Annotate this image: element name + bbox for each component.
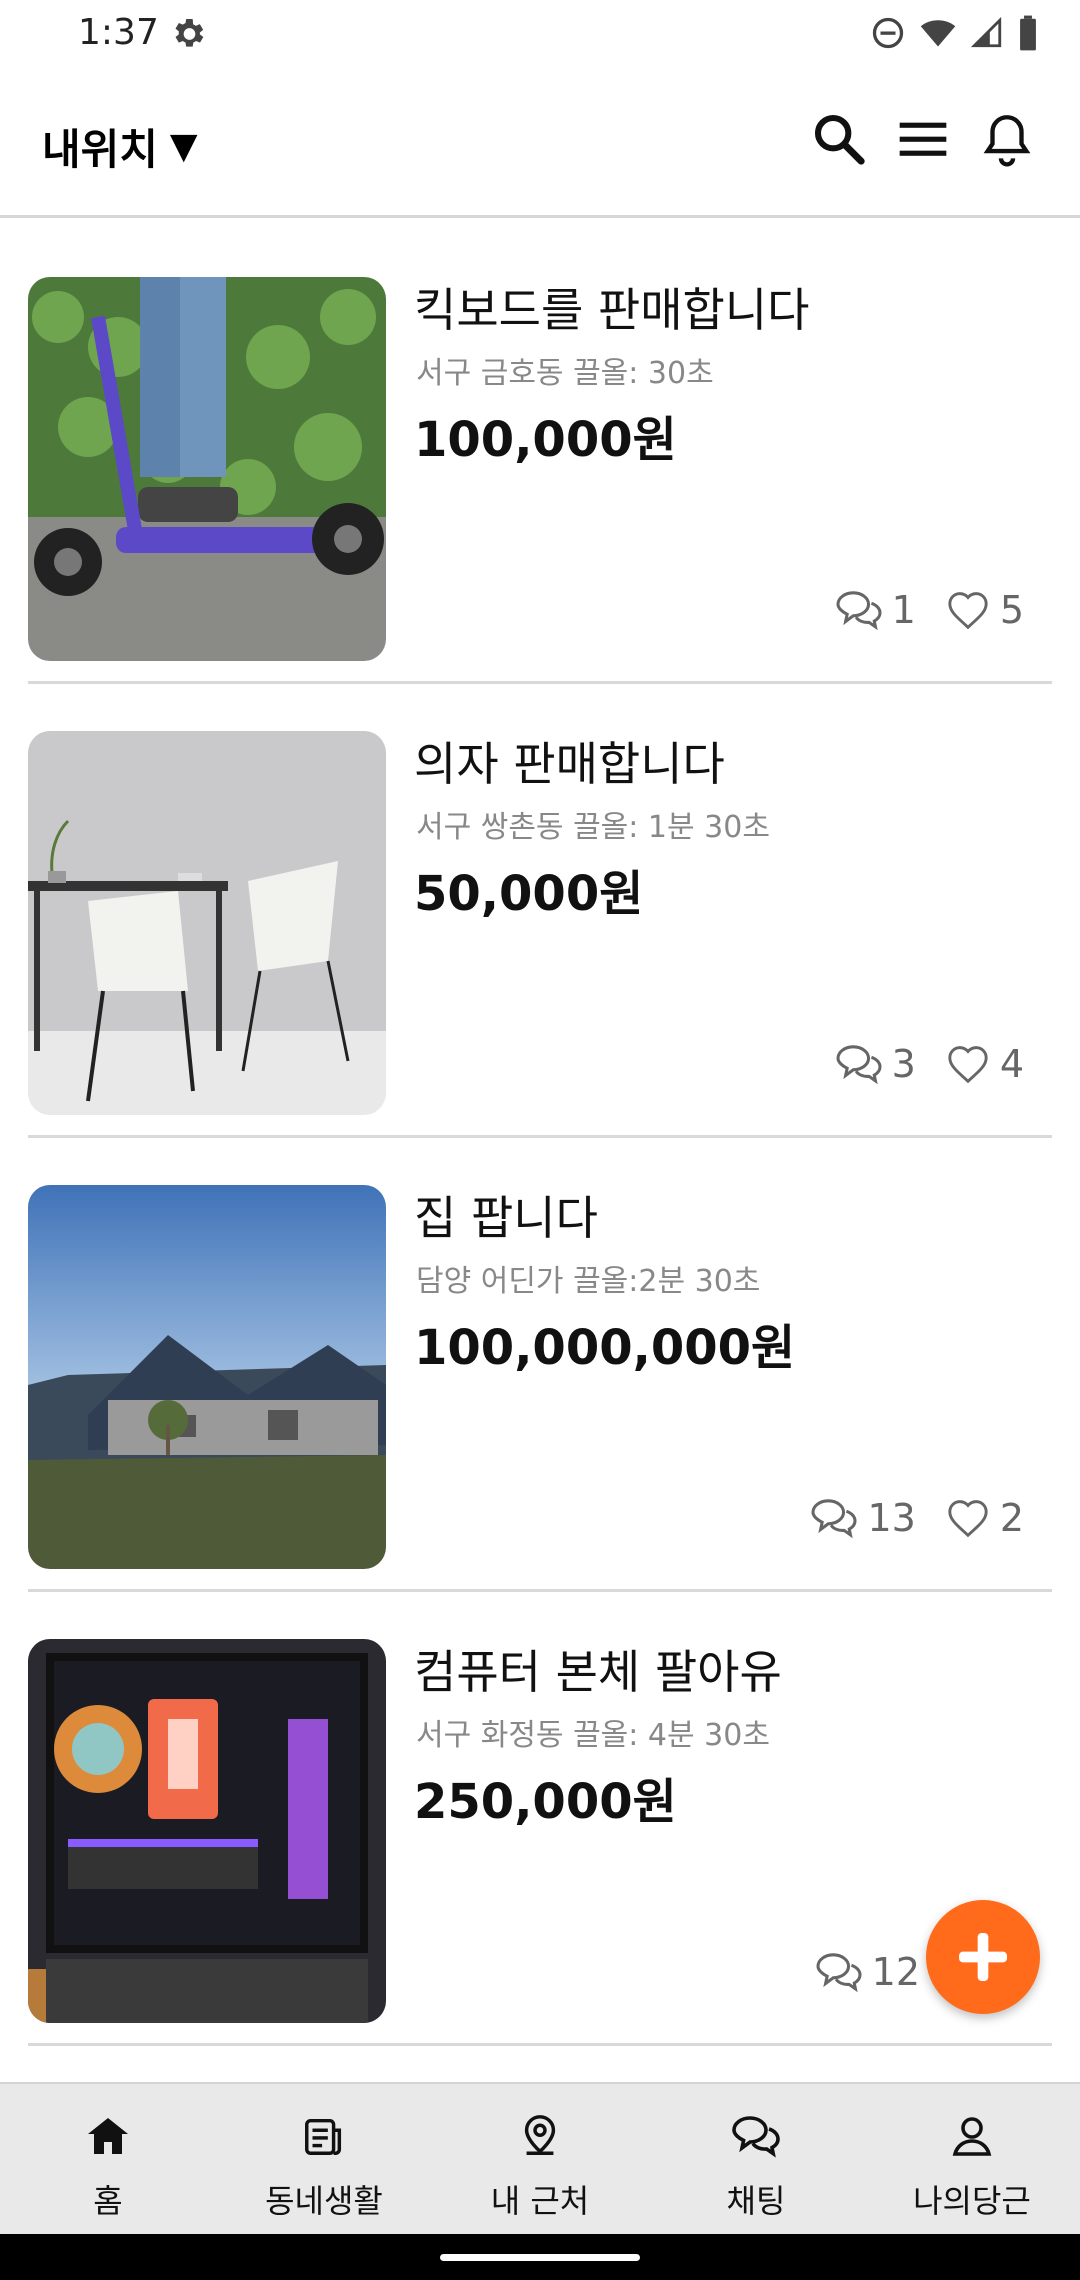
status-time: 1:37 xyxy=(78,12,159,53)
item-meta: 서구 쌍촌동 끌올: 1분 30초 xyxy=(416,810,770,845)
like-stat: 5 xyxy=(946,588,1024,632)
item-title: 컴퓨터 본체 팔아유 xyxy=(414,1645,782,1699)
divider xyxy=(28,2043,1052,2046)
signal-icon xyxy=(970,16,1002,48)
app-actions xyxy=(810,110,1036,168)
house-photo xyxy=(28,1185,386,1569)
app-bar: 내위치 ▼ xyxy=(0,70,1080,218)
bell-icon[interactable] xyxy=(978,110,1036,168)
like-count: 5 xyxy=(999,588,1024,632)
like-count: 4 xyxy=(999,1042,1024,1086)
like-stat: 4 xyxy=(946,1042,1024,1086)
search-icon[interactable] xyxy=(810,110,868,168)
location-pin-icon xyxy=(514,2110,566,2162)
item-title: 의자 판매합니다 xyxy=(414,737,725,791)
nav-label: 동네생활 xyxy=(265,2182,383,2220)
plus-icon xyxy=(959,1933,1007,1981)
nav-label: 나의당근 xyxy=(913,2182,1031,2220)
item-meta: 담양 어딘가 끌올:2분 30초 xyxy=(416,1264,761,1299)
item-price: 50,000원 xyxy=(414,866,644,922)
item-stats: 3 4 xyxy=(836,1042,1024,1086)
item-stats: 12 xyxy=(816,1950,920,1994)
chat-icon xyxy=(730,2110,782,2162)
bottom-nav: 홈 동네생활 내 근처 채팅 나의당근 xyxy=(0,2082,1080,2234)
comment-count: 12 xyxy=(871,1950,920,1994)
caret-down-icon: ▼ xyxy=(169,126,198,167)
comment-icon xyxy=(816,1953,862,1993)
home-gesture-handle[interactable] xyxy=(440,2254,640,2261)
list-item[interactable]: 킥보드를 판매합니다 서구 금호동 끌올: 30초 100,000원 1 5 xyxy=(0,230,1080,684)
nav-item-community[interactable]: 동네생활 xyxy=(216,2084,432,2234)
comment-count: 1 xyxy=(891,588,916,632)
comment-stat: 12 xyxy=(816,1950,920,1994)
nav-item-profile[interactable]: 나의당근 xyxy=(864,2084,1080,2234)
item-meta: 서구 화정동 끌올: 4분 30초 xyxy=(416,1718,770,1753)
gaming-pc-photo xyxy=(28,1639,386,2023)
item-price: 250,000원 xyxy=(414,1774,677,1830)
do-not-disturb-icon xyxy=(872,17,904,49)
item-stats: 13 2 xyxy=(811,1496,1024,1540)
like-stat: 2 xyxy=(946,1496,1024,1540)
nav-item-home[interactable]: 홈 xyxy=(0,2084,216,2234)
comment-icon xyxy=(836,1045,882,1085)
comment-stat: 13 xyxy=(811,1496,916,1540)
comment-icon xyxy=(836,591,882,631)
item-price: 100,000원 xyxy=(414,412,677,468)
comment-count: 3 xyxy=(891,1042,916,1086)
location-label: 내위치 xyxy=(42,125,158,174)
add-listing-button[interactable] xyxy=(926,1900,1040,2014)
nav-label: 채팅 xyxy=(726,2182,786,2220)
settings-gear-icon xyxy=(168,14,208,54)
electric-scooter-photo xyxy=(28,277,386,661)
nav-label: 내 근처 xyxy=(490,2182,590,2220)
profile-icon xyxy=(946,2110,998,2162)
status-icons xyxy=(870,14,1040,52)
location-selector[interactable]: 내위치 ▼ xyxy=(42,116,198,177)
nav-item-nearby[interactable]: 내 근처 xyxy=(432,2084,648,2234)
list-item[interactable]: 의자 판매합니다 서구 쌍촌동 끌올: 1분 30초 50,000원 3 4 xyxy=(0,684,1080,1138)
nav-label: 홈 xyxy=(93,2182,123,2220)
comment-stat: 3 xyxy=(836,1042,916,1086)
like-count: 2 xyxy=(999,1496,1024,1540)
comment-stat: 1 xyxy=(836,588,916,632)
item-meta: 서구 금호동 끌올: 30초 xyxy=(416,356,714,391)
home-icon xyxy=(82,2110,134,2162)
item-title: 킥보드를 판매합니다 xyxy=(414,283,810,337)
comment-count: 13 xyxy=(867,1496,916,1540)
battery-icon xyxy=(1020,15,1036,51)
community-icon xyxy=(298,2110,350,2162)
item-stats: 1 5 xyxy=(836,588,1024,632)
status-bar: 1:37 xyxy=(0,0,1080,70)
nav-item-chat[interactable]: 채팅 xyxy=(648,2084,864,2234)
white-chairs-photo xyxy=(28,731,386,1115)
wifi-icon xyxy=(920,20,956,47)
item-title: 집 팝니다 xyxy=(414,1191,598,1245)
heart-icon xyxy=(948,592,988,630)
gesture-bar xyxy=(0,2234,1080,2280)
heart-icon xyxy=(948,1500,988,1538)
list-item[interactable]: 컴퓨터 본체 팔아유 서구 화정동 끌올: 4분 30초 250,000원 12 xyxy=(0,1592,1080,2046)
list-item[interactable]: 집 팝니다 담양 어딘가 끌올:2분 30초 100,000,000원 13 2 xyxy=(0,1138,1080,1592)
heart-icon xyxy=(948,1046,988,1084)
product-list: 킥보드를 판매합니다 서구 금호동 끌올: 30초 100,000원 1 5 의… xyxy=(0,230,1080,2046)
menu-icon[interactable] xyxy=(894,110,952,168)
item-price: 100,000,000원 xyxy=(414,1320,796,1376)
comment-icon xyxy=(811,1499,857,1539)
